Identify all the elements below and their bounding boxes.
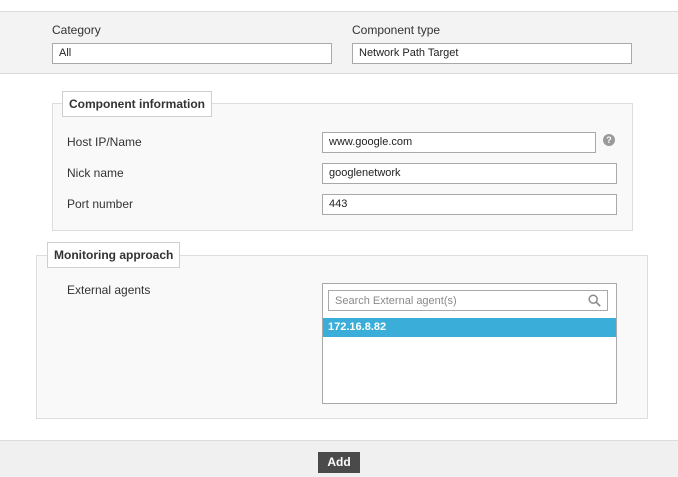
host-ip-input[interactable]: www.google.com bbox=[322, 132, 596, 153]
footer-bar: Add bbox=[0, 440, 678, 477]
external-agent-item[interactable]: 172.16.8.82 bbox=[323, 318, 616, 337]
component-type-label: Component type bbox=[352, 23, 441, 37]
nick-name-input[interactable]: googlenetwork bbox=[322, 163, 617, 184]
nick-name-label: Nick name bbox=[67, 166, 124, 180]
port-number-input[interactable]: 443 bbox=[322, 194, 617, 215]
port-number-label: Port number bbox=[67, 197, 134, 211]
component-type-select[interactable]: Network Path Target bbox=[352, 43, 632, 64]
external-agents-list[interactable]: 172.16.8.82 bbox=[322, 283, 617, 404]
host-ip-label: Host IP/Name bbox=[67, 135, 142, 149]
search-icon[interactable] bbox=[588, 294, 601, 307]
add-button[interactable]: Add bbox=[318, 452, 360, 473]
external-agents-search[interactable] bbox=[328, 290, 608, 311]
question-circle-icon[interactable]: ? bbox=[603, 134, 615, 146]
external-agents-label: External agents bbox=[67, 283, 151, 297]
selection-header: Category All Component type Network Path… bbox=[0, 11, 678, 74]
external-agents-search-input[interactable] bbox=[329, 291, 579, 310]
category-label: Category bbox=[52, 23, 101, 37]
monitoring-approach-legend: Monitoring approach bbox=[47, 242, 181, 268]
category-select[interactable]: All bbox=[52, 43, 332, 64]
component-information-legend: Component information bbox=[62, 91, 212, 117]
